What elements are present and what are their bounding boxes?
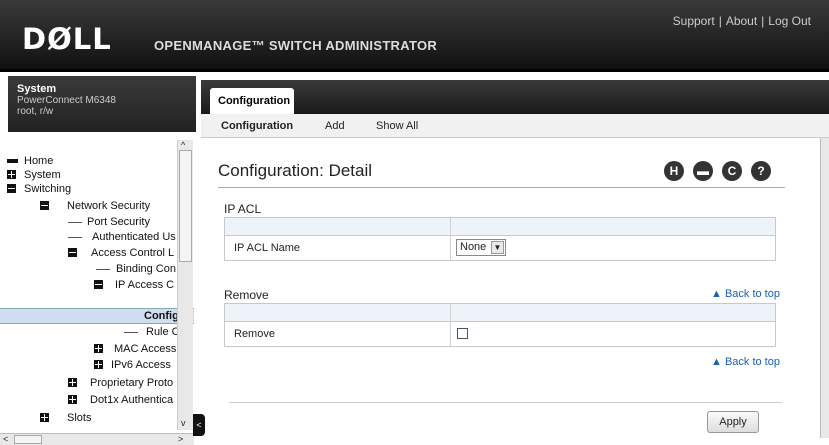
expand-plus-icon[interactable] (40, 413, 49, 422)
tab-bar (201, 80, 829, 114)
chevron-down-icon[interactable]: ▼ (491, 241, 504, 254)
home-icon (7, 159, 18, 163)
tree-item-label: IP Access C (115, 279, 175, 291)
tree-item-label: Dot1x Authentica (90, 394, 174, 406)
tree-line (124, 332, 138, 333)
tree-item-label: Home (24, 155, 54, 167)
remove-label: Remove (234, 328, 275, 340)
scroll-right-arrow[interactable]: > (178, 434, 183, 444)
support-link[interactable]: Support (673, 14, 715, 28)
collapse-minus-icon[interactable] (68, 248, 77, 257)
tree-item-label: Switching (24, 183, 72, 195)
tree-item-label: MAC Access (114, 343, 177, 355)
about-link[interactable]: About (726, 14, 757, 28)
tree-line (68, 237, 82, 238)
tree-item-label: IPv6 Access (111, 359, 171, 371)
link-separator: | (761, 14, 765, 28)
collapse-minus-icon[interactable] (40, 201, 49, 210)
table-header (225, 218, 775, 236)
refresh-icon[interactable]: C (722, 161, 742, 181)
expand-plus-icon[interactable] (68, 395, 77, 404)
collapse-minus-icon[interactable] (94, 280, 103, 289)
page-title: Configuration: Detail (218, 161, 373, 180)
expand-plus-icon[interactable] (68, 378, 77, 387)
tree-item-label: Rule C (146, 326, 180, 338)
scroll-down-arrow[interactable]: v (181, 418, 186, 428)
tree-item-label: Slots (67, 412, 92, 424)
ip-acl-name-label: IP ACL Name (234, 242, 301, 254)
back-to-top-link[interactable]: ▲ Back to top (711, 288, 780, 300)
tab-configuration[interactable]: Configuration (210, 88, 294, 114)
content-vertical-scrollbar[interactable] (820, 138, 829, 438)
tree-line (96, 269, 110, 270)
select-value: None (460, 241, 487, 253)
tree-item-label: Network Security (67, 200, 151, 212)
sub-navigation: Configuration Add Show All (201, 114, 829, 138)
app-title: OPENMANAGE™ SWITCH ADMINISTRATOR (154, 38, 438, 53)
logout-link[interactable]: Log Out (768, 14, 811, 28)
dell-logo: DØLL (22, 22, 112, 56)
scroll-thumb[interactable] (14, 435, 42, 444)
system-model: PowerConnect M6348 (17, 95, 116, 106)
tree-vertical-scrollbar[interactable]: ^ v (177, 140, 193, 430)
system-title: System (17, 83, 57, 95)
link-separator: | (718, 14, 722, 28)
tree-item-label: Proprietary Proto (90, 377, 174, 389)
table-row: Remove (225, 322, 775, 346)
tree-item-label: System (24, 169, 61, 181)
table-row: IP ACL Name None ▼ (225, 236, 775, 260)
header-bar: DØLL OPENMANAGE™ SWITCH ADMINISTRATOR Su… (0, 0, 829, 72)
apply-button[interactable]: Apply (707, 411, 759, 433)
tree-item-label: Binding Con (116, 263, 176, 275)
print-icon[interactable]: ▬ (693, 161, 713, 181)
scroll-left-arrow[interactable]: < (3, 434, 8, 444)
main-content: Configuration: Detail H ▬ C ? IP ACL IP … (201, 138, 829, 445)
tree-item-label: Access Control L (91, 247, 175, 259)
expand-plus-icon[interactable] (7, 170, 16, 179)
tree-item-label: Config (144, 310, 179, 322)
subnav-configuration[interactable]: Configuration (221, 120, 293, 132)
ip-acl-name-select[interactable]: None ▼ (456, 239, 506, 256)
subnav-add[interactable]: Add (325, 120, 345, 132)
tree-item-label: Authenticated Us (92, 231, 176, 243)
save-icon[interactable]: H (664, 161, 684, 181)
expand-plus-icon[interactable] (94, 344, 103, 353)
remove-table: Remove (224, 303, 776, 347)
system-info-box: System PowerConnect M6348 root, r/w (8, 76, 196, 132)
ip-acl-table: IP ACL Name None ▼ (224, 217, 776, 261)
help-icon[interactable]: ? (751, 161, 771, 181)
expand-plus-icon[interactable] (94, 360, 103, 369)
remove-heading: Remove (224, 288, 269, 302)
back-to-top-link[interactable]: ▲ Back to top (711, 356, 780, 368)
collapse-minus-icon[interactable] (7, 184, 16, 193)
footer-divider (229, 402, 782, 403)
tree-line (68, 222, 82, 223)
tree-item-label: Port Security (87, 216, 150, 228)
scroll-thumb[interactable] (179, 150, 192, 262)
table-header (225, 304, 775, 322)
title-divider (218, 187, 785, 188)
scroll-up-arrow[interactable]: ^ (181, 140, 185, 150)
ip-acl-heading: IP ACL (224, 202, 262, 216)
remove-checkbox[interactable] (457, 328, 468, 339)
tree-horizontal-scrollbar[interactable]: < > (0, 433, 194, 445)
header-links: Support | About | Log Out (673, 14, 811, 28)
subnav-show-all[interactable]: Show All (376, 120, 418, 132)
system-user: root, r/w (17, 106, 54, 117)
nav-tree: Home System Switching Network Security P… (0, 138, 196, 434)
